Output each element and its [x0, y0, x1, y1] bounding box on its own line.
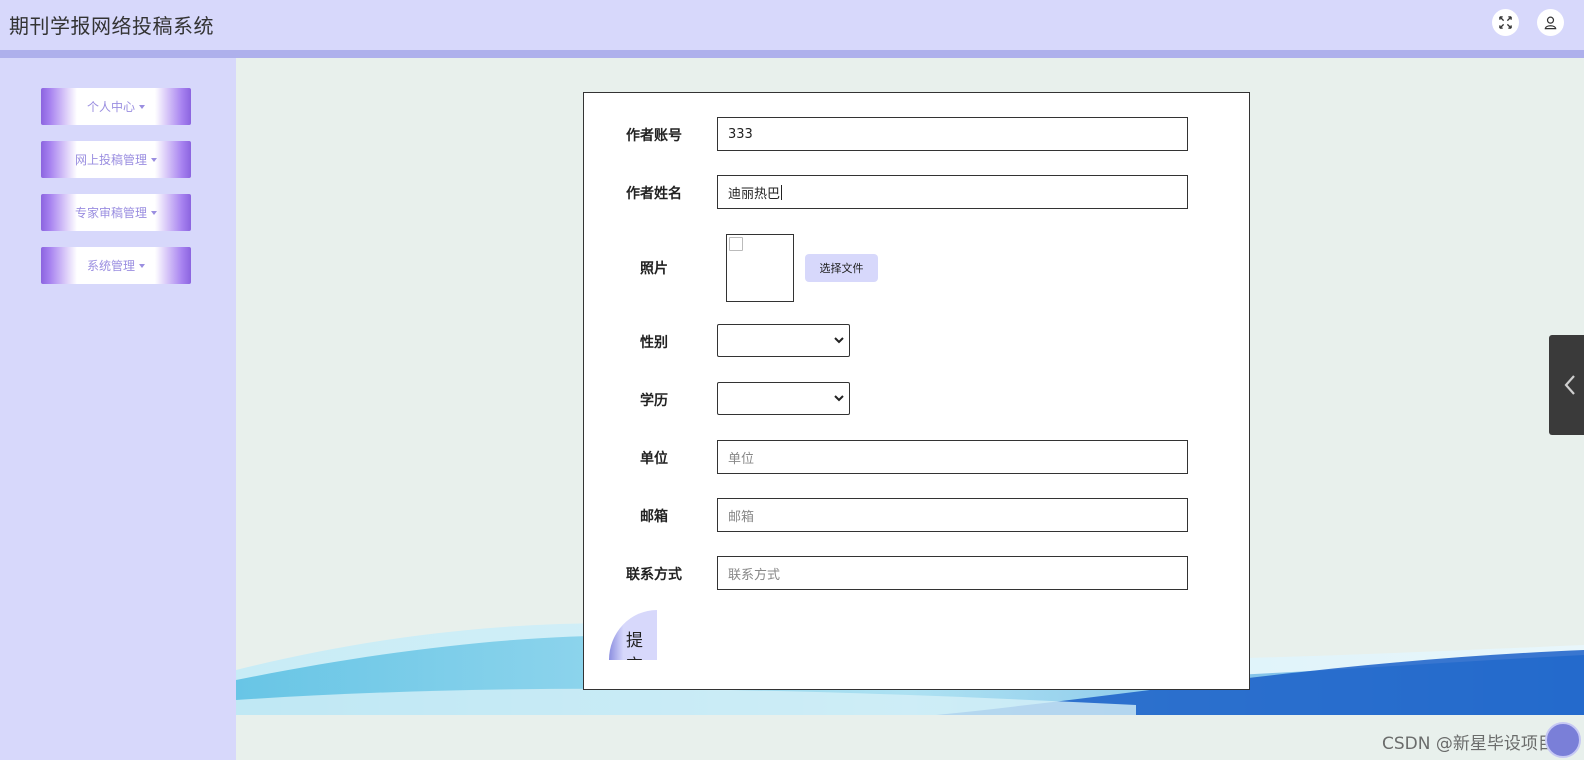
- floating-avatar[interactable]: [1545, 722, 1581, 758]
- sidebar: 个人中心 网上投稿管理 专家审稿管理 系统管理: [0, 58, 236, 760]
- user-icon: [1544, 16, 1557, 30]
- unit-label: 单位: [640, 451, 668, 467]
- email-label: 邮箱: [640, 509, 668, 525]
- chevron-down-icon: [834, 337, 844, 344]
- author-name-value: 迪丽热巴: [728, 186, 781, 202]
- chevron-left-icon: [1564, 375, 1575, 395]
- email-field[interactable]: 邮箱: [717, 498, 1188, 532]
- sidebar-item-label: 系统管理: [86, 259, 135, 273]
- gender-label: 性别: [640, 335, 668, 351]
- sidebar-item-label: 专家审稿管理: [74, 206, 147, 220]
- fullscreen-icon: [1499, 16, 1512, 29]
- chevron-down-icon: [834, 395, 844, 402]
- author-name-label: 作者姓名: [626, 186, 682, 202]
- email-placeholder: 邮箱: [728, 509, 755, 525]
- watermark: CSDN @新星毕设项目: [1382, 734, 1555, 754]
- author-name-field[interactable]: 迪丽热巴: [717, 175, 1188, 209]
- text-cursor: [781, 184, 783, 200]
- author-form: 作者账号 333 作者姓名 迪丽热巴 照片 选择文件 性别 学历 单位 单位 邮…: [583, 92, 1250, 690]
- author-account-label: 作者账号: [626, 128, 682, 144]
- sidebar-item-submission-management[interactable]: 网上投稿管理: [41, 141, 191, 178]
- caret-down-icon: [151, 157, 157, 162]
- author-account-value: 333: [728, 126, 753, 142]
- photo-label: 照片: [640, 261, 668, 277]
- user-button[interactable]: [1537, 9, 1564, 36]
- header-divider: [0, 50, 1584, 58]
- caret-down-icon: [139, 263, 145, 268]
- choose-file-button[interactable]: 选择文件: [805, 254, 878, 282]
- app-title: 期刊学报网络投稿系统: [9, 14, 214, 38]
- sidebar-item-system-management[interactable]: 系统管理: [41, 247, 191, 284]
- education-select[interactable]: [717, 382, 850, 415]
- education-label: 学历: [640, 393, 668, 409]
- unit-field[interactable]: 单位: [717, 440, 1188, 474]
- sidebar-item-personal-center[interactable]: 个人中心: [41, 88, 191, 125]
- top-header: 期刊学报网络投稿系统: [0, 0, 1584, 50]
- unit-placeholder: 单位: [728, 451, 755, 467]
- gender-select[interactable]: [717, 324, 850, 357]
- broken-image-icon: [729, 237, 743, 251]
- caret-down-icon: [139, 104, 145, 109]
- contact-placeholder: 联系方式: [728, 567, 781, 583]
- photo-preview: [726, 234, 794, 302]
- fullscreen-button[interactable]: [1492, 9, 1519, 36]
- submit-button[interactable]: 提交: [609, 610, 657, 660]
- caret-down-icon: [151, 210, 157, 215]
- sidebar-item-label: 网上投稿管理: [74, 153, 147, 167]
- sidebar-item-review-management[interactable]: 专家审稿管理: [41, 194, 191, 231]
- sidebar-item-label: 个人中心: [86, 100, 135, 114]
- side-drawer-toggle[interactable]: [1549, 335, 1584, 435]
- author-account-field[interactable]: 333: [717, 117, 1188, 151]
- contact-field[interactable]: 联系方式: [717, 556, 1188, 590]
- submit-label: 提交: [626, 631, 643, 660]
- contact-label: 联系方式: [626, 567, 682, 583]
